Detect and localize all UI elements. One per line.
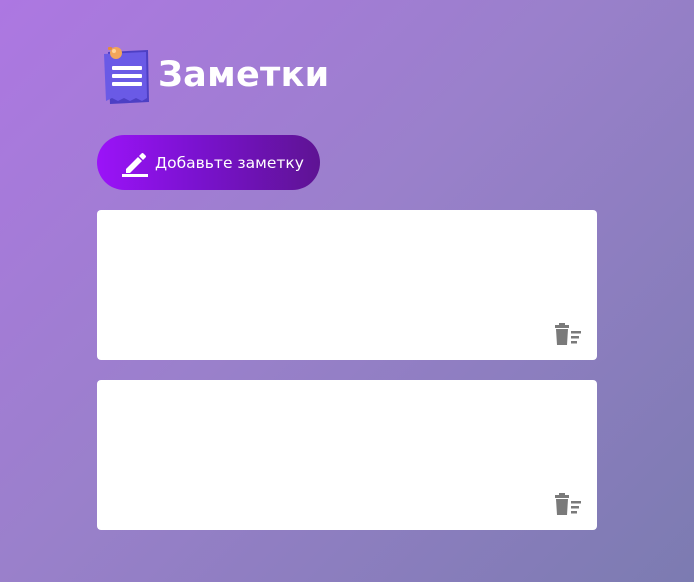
page-title: Заметки <box>158 54 330 95</box>
trash-icon[interactable] <box>555 493 583 517</box>
trash-icon[interactable] <box>555 323 583 347</box>
notepad-with-pin-icon <box>102 44 152 106</box>
note-card[interactable] <box>97 210 597 360</box>
add-note-label: Добавьте заметку <box>155 153 304 172</box>
pencil-icon <box>122 149 148 177</box>
notes-list <box>97 210 597 550</box>
note-card[interactable] <box>97 380 597 530</box>
app-header: Заметки <box>102 44 330 106</box>
add-note-button[interactable]: Добавьте заметку <box>97 135 320 190</box>
